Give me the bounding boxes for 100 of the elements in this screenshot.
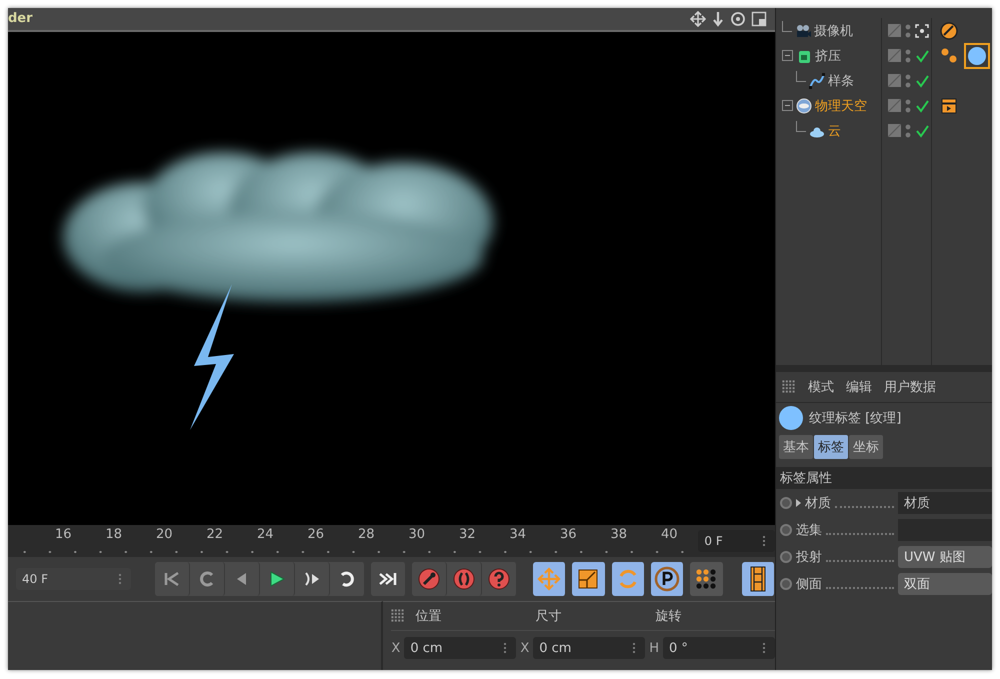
object-name[interactable]: 摄像机	[814, 22, 853, 40]
tab[interactable]: 基本	[779, 435, 813, 459]
skip-to-end-icon	[378, 571, 398, 588]
film-strip-icon	[748, 566, 767, 592]
current-frame-field[interactable]: 0 F	[698, 530, 775, 552]
object-name[interactable]: 物理天空	[815, 96, 867, 114]
end-frame-field[interactable]: 40 F	[16, 568, 131, 590]
down-arrow-icon[interactable]	[711, 10, 725, 27]
menu-item[interactable]: 用户数据	[884, 378, 936, 396]
expand-toggle[interactable]	[782, 100, 793, 111]
layer-swatch[interactable]	[888, 24, 901, 37]
layer-swatch[interactable]	[888, 99, 901, 112]
animation-radio[interactable]	[780, 496, 792, 508]
frame-tick-label: 34	[508, 526, 528, 544]
checkmark-icon[interactable]	[915, 74, 929, 88]
property-label: 材质	[805, 494, 831, 512]
layer-swatch[interactable]	[888, 124, 901, 137]
object-name[interactable]: 挤压	[815, 46, 841, 64]
sky-object-icon	[796, 98, 812, 114]
visibility-dots-icon[interactable]	[905, 72, 911, 88]
texture-tag-icon	[779, 406, 803, 430]
object-name[interactable]: 云	[828, 122, 841, 140]
visibility-dots-icon[interactable]	[905, 22, 911, 38]
frame-tick-label: 20	[154, 526, 174, 544]
expand-triangle-icon[interactable]	[796, 498, 801, 506]
frame-tick-label: 38	[609, 526, 628, 544]
grip-icon	[782, 380, 796, 394]
section-header: 标签属性	[776, 467, 992, 489]
coordinate-field[interactable]: 0 cm	[404, 637, 516, 660]
dot-grid-icon	[694, 567, 718, 592]
previous-key-icon	[198, 571, 216, 588]
menu-item[interactable]: 编辑	[846, 378, 872, 396]
animation-radio[interactable]	[780, 550, 792, 562]
axis-label: H	[649, 640, 659, 656]
property-label: 侧面	[796, 576, 822, 592]
frame-tick-label: 30	[407, 526, 426, 544]
animation-radio[interactable]	[780, 524, 792, 536]
play-icon	[268, 570, 286, 588]
expand-toggle[interactable]	[782, 50, 793, 61]
dropdown[interactable]: 双面	[898, 572, 992, 594]
property-label: 选集	[796, 522, 822, 538]
link-field[interactable]	[898, 518, 992, 540]
points-tool-button[interactable]	[690, 562, 724, 596]
bracket-target-icon[interactable]	[915, 24, 929, 38]
frame-tick-label: 24	[256, 526, 275, 544]
property-label: 投射	[796, 548, 822, 566]
visibility-dots-icon[interactable]	[905, 48, 911, 64]
timeline-ruler[interactable]: 16 18 20 22 24 26 28 30 32 34 36 38 40 0 F	[8, 525, 775, 558]
film-tool-button[interactable]	[742, 562, 775, 596]
checkmark-icon[interactable]	[915, 124, 929, 138]
texture-tag-icon[interactable]	[964, 42, 990, 68]
move-arrows-icon	[536, 567, 561, 592]
layer-swatch[interactable]	[888, 74, 901, 87]
rotate-tool-button[interactable]	[612, 562, 645, 596]
move-icon[interactable]	[690, 10, 706, 27]
frame-tick-label: 40	[660, 526, 679, 544]
coordinate-field[interactable]: 0 cm	[533, 637, 646, 660]
link-field[interactable]: 材质	[898, 492, 992, 514]
key-record-icon	[418, 568, 440, 590]
letter-p-icon	[654, 566, 680, 592]
checkmark-icon[interactable]	[915, 98, 929, 112]
frame-tick-label: 36	[558, 526, 578, 544]
scale-tool-button[interactable]	[572, 562, 606, 596]
grip-icon	[391, 609, 406, 624]
viewport-title: der	[8, 11, 33, 26]
maximize-icon[interactable]	[751, 10, 767, 27]
visibility-dots-icon[interactable]	[905, 98, 911, 114]
question-mark-icon	[488, 568, 510, 590]
frame-tick-label: 18	[104, 526, 124, 544]
attributes-title: 纹理标签 [纹理]	[809, 410, 902, 427]
move-tool-button[interactable]	[532, 562, 566, 596]
object-name[interactable]: 样条	[828, 72, 854, 90]
frame-tick-label: 32	[458, 526, 477, 544]
dropdown[interactable]: UVW 贴图	[898, 546, 992, 568]
frame-tick-label: 28	[356, 526, 376, 544]
menu-item[interactable]: 模式	[808, 378, 834, 396]
coordinate-field[interactable]: 0 °	[663, 637, 775, 660]
axis-label: X	[391, 640, 400, 656]
frame-tick-label: 16	[54, 526, 73, 544]
column-header: 尺寸	[535, 608, 562, 626]
tab[interactable]: 坐标	[849, 435, 883, 459]
animation-radio[interactable]	[780, 578, 792, 590]
column-header: 旋转	[655, 608, 682, 626]
axis-label: X	[520, 640, 530, 656]
frame-tick-label: 26	[306, 526, 326, 544]
go-to-end-button[interactable]	[370, 562, 406, 596]
layer-swatch[interactable]	[888, 49, 901, 62]
scale-icon	[577, 568, 600, 590]
record-key-button[interactable]	[412, 562, 447, 596]
next-key-icon	[302, 571, 321, 588]
auto-key-icon	[452, 568, 475, 590]
column-header: 位置	[415, 608, 442, 626]
skip-to-start-icon	[162, 571, 181, 588]
visibility-dots-icon[interactable]	[905, 122, 911, 138]
param-tool-button[interactable]	[650, 562, 684, 596]
camera-object-icon	[795, 22, 811, 38]
checkmark-icon[interactable]	[915, 48, 929, 62]
tab[interactable]: 标签	[814, 435, 848, 459]
frame-tick-label: 22	[205, 526, 224, 544]
go-to-start-button[interactable]	[154, 562, 190, 596]
